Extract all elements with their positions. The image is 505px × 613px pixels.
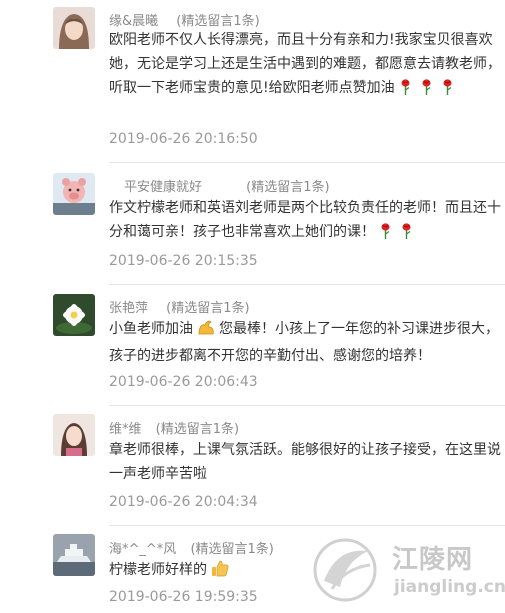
- comment-time: 2019-06-26 19:59:35: [109, 589, 258, 605]
- rose-icon: [379, 223, 392, 247]
- rose-icon: [441, 79, 454, 103]
- rose-icon: [399, 79, 412, 103]
- avatar[interactable]: [53, 173, 95, 215]
- selected-comment-tag: (精选留言1条): [246, 180, 330, 195]
- comment-body-part-1: 小鱼老师加油: [109, 321, 193, 337]
- comment-body: 作文柠檬老师和英语刘老师是两个比较负责任的老师！而且还十分和蔼可亲！孩子也非常喜…: [109, 200, 501, 240]
- comment-author: 海*^_^*风 (精选留言1条): [109, 538, 274, 557]
- comment-time: 2019-06-26 20:15:35: [109, 253, 258, 269]
- comment-author: 张艳萍 (精选留言1条): [109, 297, 250, 316]
- comment-text: 欧阳老师不仅人长得漂亮，而且十分有亲和力!我家宝贝很喜欢她，无论是学习上还是生活…: [109, 28, 501, 103]
- author-name: 海*^_^*风: [109, 542, 177, 557]
- comment-text: 作文柠檬老师和英语刘老师是两个比较负责任的老师！而且还十分和蔼可亲！孩子也非常喜…: [109, 196, 501, 247]
- rose-icon: [400, 223, 413, 247]
- thumbs-up-icon: [211, 559, 229, 585]
- comment-text: 小鱼老师加油 您最棒！小孩上了一年您的补习课进步很大，孩子的进步都离不开您的辛勤付…: [109, 317, 501, 368]
- comment-body: 章老师很棒，上课气氛活跃。能够很好的让孩子接受，在这里说一声老师辛苦啦: [109, 442, 501, 482]
- rose-icon: [420, 79, 433, 103]
- watermark-emblem-icon: [313, 538, 377, 602]
- selected-comment-tag: (精选留言1条): [155, 422, 240, 437]
- avatar[interactable]: [53, 294, 95, 336]
- comment-time: 2019-06-26 20:16:50: [109, 131, 258, 147]
- divider: [109, 525, 505, 526]
- author-name: 张艳萍: [109, 301, 149, 316]
- divider: [109, 162, 505, 163]
- comment-body: 柠檬老师好样的: [109, 562, 207, 578]
- comment-text: 章老师很棒，上课气氛活跃。能够很好的让孩子接受，在这里说一声老师辛苦啦: [109, 438, 501, 486]
- selected-comment-tag: (精选留言1条): [166, 301, 250, 316]
- watermark-title: 江陵网: [392, 545, 474, 575]
- watermark-logo: 江陵网 jiangling.cn: [310, 535, 505, 607]
- avatar[interactable]: [53, 534, 95, 576]
- comment-author: 维*维 (精选留言1条): [109, 418, 239, 437]
- comment-time: 2019-06-26 20:06:43: [109, 374, 258, 390]
- comment-time: 2019-06-26 20:04:34: [109, 494, 258, 510]
- avatar[interactable]: [53, 414, 95, 456]
- watermark-url: jiangling.cn: [394, 577, 505, 597]
- comment-author: 缘&晨曦 (精选留言1条): [109, 10, 260, 29]
- selected-comment-tag: (精选留言1条): [176, 14, 260, 29]
- divider: [109, 284, 505, 285]
- author-name: 平安健康就好: [124, 180, 203, 195]
- comment-author: 平安健康就好 (精选留言1条): [124, 176, 330, 195]
- author-name: 维*维: [109, 422, 142, 437]
- selected-comment-tag: (精选留言1条): [190, 542, 274, 557]
- avatar[interactable]: [53, 7, 95, 49]
- author-name: 缘&晨曦: [109, 14, 159, 29]
- divider: [109, 405, 505, 406]
- flexed-biceps-icon: [197, 318, 215, 344]
